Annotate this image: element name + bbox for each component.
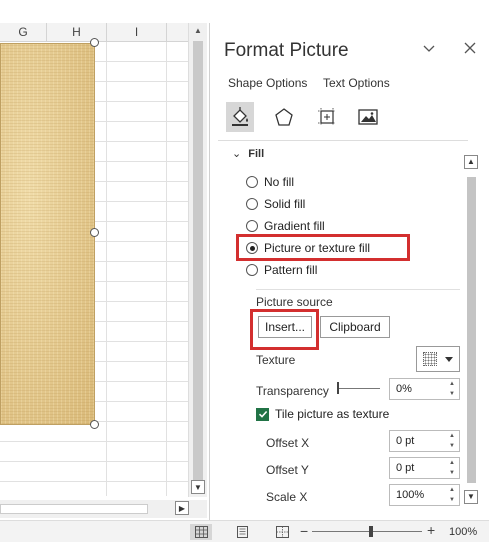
- texture-swatch-icon: [423, 352, 437, 366]
- sheet-horizontal-scrollbar[interactable]: ▶: [0, 500, 207, 518]
- status-bar: − + 100%: [0, 520, 489, 542]
- texture-picture[interactable]: [0, 43, 95, 425]
- scroll-down-icon[interactable]: ▼: [464, 490, 478, 504]
- fill-line-icon[interactable]: [226, 102, 254, 132]
- offset-y-spinner[interactable]: 0 pt ▲ ▼: [389, 457, 460, 479]
- chevron-down-icon[interactable]: [420, 39, 438, 57]
- texture-label: Texture: [256, 353, 296, 367]
- offset-x-label: Offset X: [266, 436, 310, 450]
- scroll-down-icon[interactable]: ▼: [191, 480, 205, 494]
- radio-label: Solid fill: [264, 197, 306, 211]
- scale-x-value: 100%: [396, 489, 425, 501]
- tab-shape-options[interactable]: Shape Options: [228, 76, 307, 90]
- caret-down-icon: [445, 356, 453, 362]
- fill-section-header[interactable]: ⌄ Fill: [232, 147, 264, 160]
- transparency-label: Transparency: [256, 384, 329, 398]
- offset-x-spinner[interactable]: 0 pt ▲ ▼: [389, 430, 460, 452]
- page-break-preview-icon[interactable]: [271, 524, 293, 540]
- spin-arrows[interactable]: ▲ ▼: [447, 459, 457, 477]
- resize-handle-top-right[interactable]: [90, 38, 99, 47]
- zoom-in-button[interactable]: +: [427, 522, 435, 538]
- section-title: Fill: [248, 148, 265, 160]
- normal-view-icon[interactable]: [190, 524, 212, 540]
- picture-source-label: Picture source: [256, 295, 333, 309]
- column-header-g[interactable]: G: [0, 23, 47, 42]
- tile-picture-checkbox[interactable]: [256, 407, 269, 421]
- pane-title: Format Picture: [224, 40, 349, 61]
- radio-button[interactable]: [246, 264, 258, 276]
- divider: [218, 140, 468, 141]
- radio-label: Pattern fill: [264, 263, 318, 277]
- spin-arrows[interactable]: ▲ ▼: [447, 432, 457, 450]
- transparency-slider-thumb[interactable]: [337, 382, 339, 394]
- format-picture-pane: Format Picture Shape Options Text Option…: [209, 23, 489, 520]
- scroll-thumb[interactable]: [193, 41, 203, 481]
- scale-x-label: Scale X: [266, 490, 308, 504]
- column-header-i[interactable]: I: [107, 23, 167, 42]
- radio-button[interactable]: [246, 198, 258, 210]
- radio-gradient-fill[interactable]: Gradient fill: [246, 218, 325, 234]
- radio-solid-fill[interactable]: Solid fill: [246, 196, 305, 212]
- size-properties-icon[interactable]: [313, 102, 341, 132]
- radio-no-fill[interactable]: No fill: [246, 174, 294, 190]
- scroll-up-icon[interactable]: ▲: [189, 23, 207, 39]
- radio-label: No fill: [264, 175, 295, 189]
- offset-y-value: 0 pt: [396, 462, 415, 474]
- effects-icon[interactable]: [270, 102, 298, 132]
- tile-picture-checkbox-row[interactable]: Tile picture as texture: [256, 407, 389, 421]
- sheet-vertical-scrollbar[interactable]: ▲ ▼: [188, 23, 207, 497]
- separator: [256, 289, 460, 290]
- pane-scroll-thumb[interactable]: [467, 177, 476, 483]
- pane-scrollbar[interactable]: ▲ ▼: [464, 153, 480, 505]
- chevron-down-icon: ⌄: [232, 148, 242, 160]
- hscroll-thumb[interactable]: [0, 504, 148, 514]
- offset-x-value: 0 pt: [396, 435, 415, 447]
- zoom-slider-track[interactable]: [312, 531, 422, 532]
- clipboard-button[interactable]: Clipboard: [320, 316, 390, 338]
- scroll-up-icon[interactable]: ▲: [464, 155, 478, 169]
- page-layout-icon[interactable]: [231, 524, 253, 540]
- zoom-level[interactable]: 100%: [449, 526, 477, 538]
- radio-button[interactable]: [246, 176, 258, 188]
- resize-handle-right[interactable]: [90, 228, 99, 237]
- tile-picture-label: Tile picture as texture: [275, 407, 390, 421]
- picture-icon[interactable]: [354, 102, 382, 132]
- spin-arrows[interactable]: ▲ ▼: [447, 380, 457, 398]
- spreadsheet-area[interactable]: G H I ▲ ▼: [0, 0, 207, 500]
- zoom-slider-thumb[interactable]: [369, 526, 373, 537]
- transparency-spinner[interactable]: 0% ▲ ▼: [389, 378, 460, 400]
- radio-button[interactable]: [246, 220, 258, 232]
- transparency-value: 0%: [396, 383, 412, 395]
- radio-label: Gradient fill: [264, 219, 325, 233]
- radio-pattern-fill[interactable]: Pattern fill: [246, 262, 317, 278]
- highlight-picture-fill: [236, 234, 410, 261]
- texture-dropdown[interactable]: [416, 346, 460, 372]
- close-icon[interactable]: [461, 39, 479, 57]
- spin-arrows[interactable]: ▲ ▼: [447, 486, 457, 504]
- highlight-insert: [250, 309, 319, 350]
- transparency-slider-track[interactable]: [338, 388, 380, 389]
- offset-y-label: Offset Y: [266, 463, 309, 477]
- zoom-out-button[interactable]: −: [300, 523, 308, 539]
- tab-text-options[interactable]: Text Options: [323, 76, 390, 90]
- resize-handle-bottom-right[interactable]: [90, 420, 99, 429]
- scale-x-spinner[interactable]: 100% ▲ ▼: [389, 484, 460, 506]
- scroll-right-icon[interactable]: ▶: [175, 501, 189, 515]
